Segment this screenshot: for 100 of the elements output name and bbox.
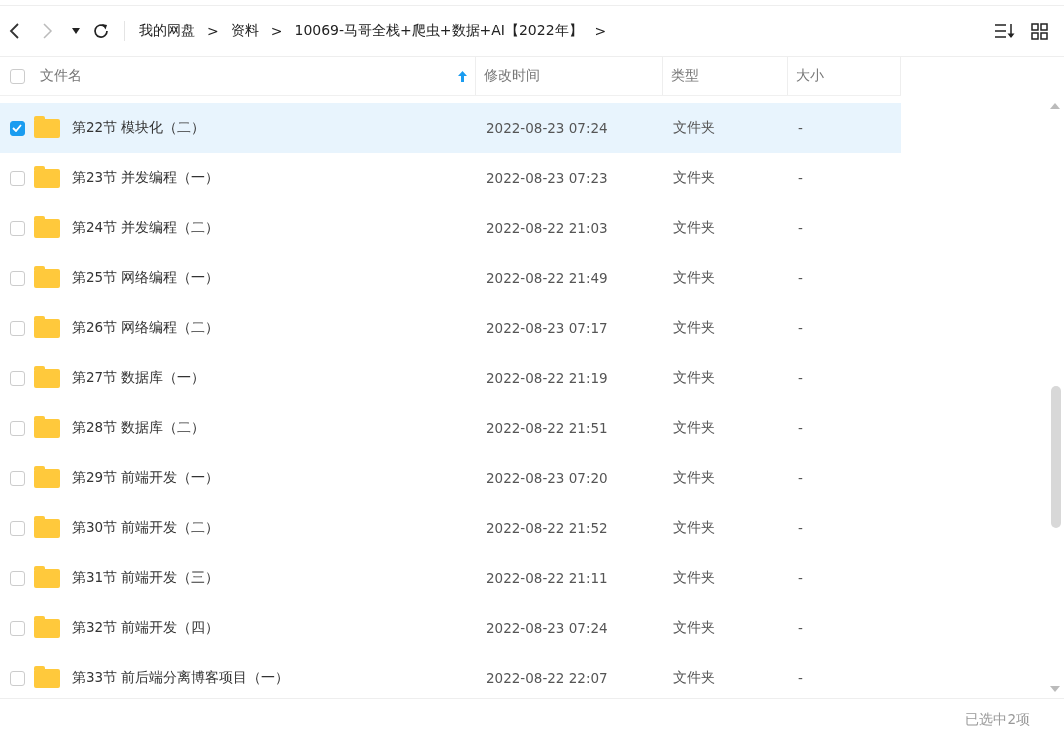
checkbox[interactable] bbox=[9, 220, 25, 236]
file-size: - bbox=[798, 470, 803, 486]
checkbox[interactable] bbox=[9, 170, 25, 186]
file-name: 第26节 网络编程（二） bbox=[72, 319, 220, 337]
file-row[interactable]: 第32节 前端开发（四） 2022-08-23 07:24 文件夹 - bbox=[0, 603, 901, 653]
folder-icon bbox=[34, 268, 60, 288]
folder-icon bbox=[34, 518, 60, 538]
file-size: - bbox=[798, 420, 803, 436]
file-row[interactable]: 第25节 网络编程（一） 2022-08-22 21:49 文件夹 - bbox=[0, 253, 901, 303]
modified-time: 2022-08-22 21:11 bbox=[486, 570, 608, 586]
modified-time: 2022-08-23 07:23 bbox=[486, 170, 608, 186]
file-name: 第31节 前端开发（三） bbox=[72, 569, 220, 587]
scroll-up-icon[interactable] bbox=[1050, 103, 1060, 109]
scrollbar-thumb[interactable] bbox=[1051, 386, 1061, 528]
file-type: 文件夹 bbox=[673, 569, 715, 585]
modified-time: 2022-08-23 07:20 bbox=[486, 470, 608, 486]
file-type: 文件夹 bbox=[673, 669, 715, 685]
file-name: 第23节 并发编程（一） bbox=[72, 169, 220, 187]
file-row[interactable]: 第27节 数据库（一） 2022-08-22 21:19 文件夹 - bbox=[0, 353, 901, 403]
checkbox[interactable] bbox=[9, 420, 25, 436]
breadcrumb-separator: > bbox=[207, 23, 219, 39]
folder-icon bbox=[34, 618, 60, 638]
grid-view-icon[interactable] bbox=[1031, 22, 1048, 40]
checkbox[interactable] bbox=[9, 320, 25, 336]
file-size: - bbox=[798, 670, 803, 686]
file-type: 文件夹 bbox=[673, 369, 715, 385]
modified-time: 2022-08-23 07:24 bbox=[486, 620, 608, 636]
selection-count: 已选中2项 bbox=[965, 711, 1030, 729]
file-size: - bbox=[798, 270, 803, 286]
file-name: 第22节 模块化（二） bbox=[72, 119, 206, 137]
forward-icon[interactable] bbox=[40, 22, 54, 40]
file-size: - bbox=[798, 320, 803, 336]
checkbox[interactable] bbox=[9, 520, 25, 536]
folder-icon bbox=[34, 568, 60, 588]
file-name: 第33节 前后端分离博客项目（一） bbox=[72, 669, 290, 687]
file-type: 文件夹 bbox=[673, 469, 715, 485]
back-icon[interactable] bbox=[8, 22, 22, 40]
column-header[interactable]: 大小 bbox=[788, 57, 901, 95]
file-row[interactable]: 第33节 前后端分离博客项目（一） 2022-08-22 22:07 文件夹 - bbox=[0, 653, 901, 698]
column-header[interactable]: 修改时间 bbox=[476, 57, 663, 95]
file-name: 第25节 网络编程（一） bbox=[72, 269, 220, 287]
checkbox[interactable] bbox=[9, 68, 25, 84]
modified-time: 2022-08-22 21:03 bbox=[486, 220, 608, 236]
file-name: 第29节 前端开发（一） bbox=[72, 469, 220, 487]
dropdown-caret-icon[interactable] bbox=[72, 28, 80, 34]
file-name: 第28节 数据库（二） bbox=[72, 419, 206, 437]
breadcrumb-link[interactable]: 10069-马哥全栈+爬虫+数据+AI【2022年】 bbox=[294, 22, 583, 40]
folder-icon bbox=[34, 218, 60, 238]
file-size: - bbox=[798, 620, 803, 636]
file-name: 第30节 前端开发（二） bbox=[72, 519, 220, 537]
refresh-icon[interactable] bbox=[92, 22, 110, 40]
file-size: - bbox=[798, 170, 803, 186]
file-type: 文件夹 bbox=[673, 619, 715, 635]
scroll-down-icon[interactable] bbox=[1050, 686, 1060, 692]
folder-icon bbox=[34, 168, 60, 188]
file-type: 文件夹 bbox=[673, 319, 715, 335]
file-name: 第27节 数据库（一） bbox=[72, 369, 206, 387]
checkbox[interactable] bbox=[9, 120, 25, 136]
column-header[interactable]: 文件名 bbox=[34, 57, 476, 95]
file-size: - bbox=[798, 220, 803, 236]
modified-time: 2022-08-22 22:07 bbox=[486, 670, 608, 686]
file-row[interactable]: 第24节 并发编程（二） 2022-08-22 21:03 文件夹 - bbox=[0, 203, 901, 253]
folder-icon bbox=[34, 418, 60, 438]
file-row[interactable]: 第28节 数据库（二） 2022-08-22 21:51 文件夹 - bbox=[0, 403, 901, 453]
checkbox[interactable] bbox=[9, 470, 25, 486]
breadcrumb-link[interactable]: 我的网盘 bbox=[139, 22, 195, 40]
checkbox[interactable] bbox=[9, 270, 25, 286]
checkbox[interactable] bbox=[9, 670, 25, 686]
file-size: - bbox=[798, 370, 803, 386]
breadcrumb-separator: > bbox=[270, 23, 283, 39]
modified-time: 2022-08-22 21:19 bbox=[486, 370, 608, 386]
file-row[interactable]: 第23节 并发编程（一） 2022-08-23 07:23 文件夹 - bbox=[0, 153, 901, 203]
checkbox[interactable] bbox=[9, 370, 25, 386]
file-name: 第24节 并发编程（二） bbox=[72, 219, 220, 237]
file-size: - bbox=[798, 120, 803, 136]
folder-icon bbox=[34, 468, 60, 488]
file-row[interactable]: 第22节 模块化（二） 2022-08-23 07:24 文件夹 - bbox=[0, 103, 901, 153]
file-row[interactable]: 第30节 前端开发（二） 2022-08-22 21:52 文件夹 - bbox=[0, 503, 901, 553]
file-size: - bbox=[798, 520, 803, 536]
file-row[interactable]: 第29节 前端开发（一） 2022-08-23 07:20 文件夹 - bbox=[0, 453, 901, 503]
file-row[interactable]: 第26节 网络编程（二） 2022-08-23 07:17 文件夹 - bbox=[0, 303, 901, 353]
sort-list-icon[interactable] bbox=[995, 23, 1017, 39]
breadcrumb-link[interactable]: 资料 bbox=[230, 22, 259, 40]
folder-icon bbox=[34, 668, 60, 688]
file-type: 文件夹 bbox=[673, 519, 715, 535]
file-name: 第32节 前端开发（四） bbox=[72, 619, 220, 637]
file-size: - bbox=[798, 570, 803, 586]
column-header[interactable]: 类型 bbox=[663, 57, 788, 95]
checkbox[interactable] bbox=[9, 620, 25, 636]
file-type: 文件夹 bbox=[673, 219, 715, 235]
file-row[interactable]: 第31节 前端开发（三） 2022-08-22 21:11 文件夹 - bbox=[0, 553, 901, 603]
modified-time: 2022-08-23 07:24 bbox=[486, 120, 608, 136]
file-type: 文件夹 bbox=[673, 119, 715, 135]
breadcrumb-separator: > bbox=[594, 23, 607, 39]
modified-time: 2022-08-22 21:49 bbox=[486, 270, 608, 286]
file-type: 文件夹 bbox=[673, 419, 715, 435]
checkbox[interactable] bbox=[9, 570, 25, 586]
modified-time: 2022-08-22 21:51 bbox=[486, 420, 608, 436]
file-type: 文件夹 bbox=[673, 169, 715, 185]
folder-icon bbox=[34, 318, 60, 338]
